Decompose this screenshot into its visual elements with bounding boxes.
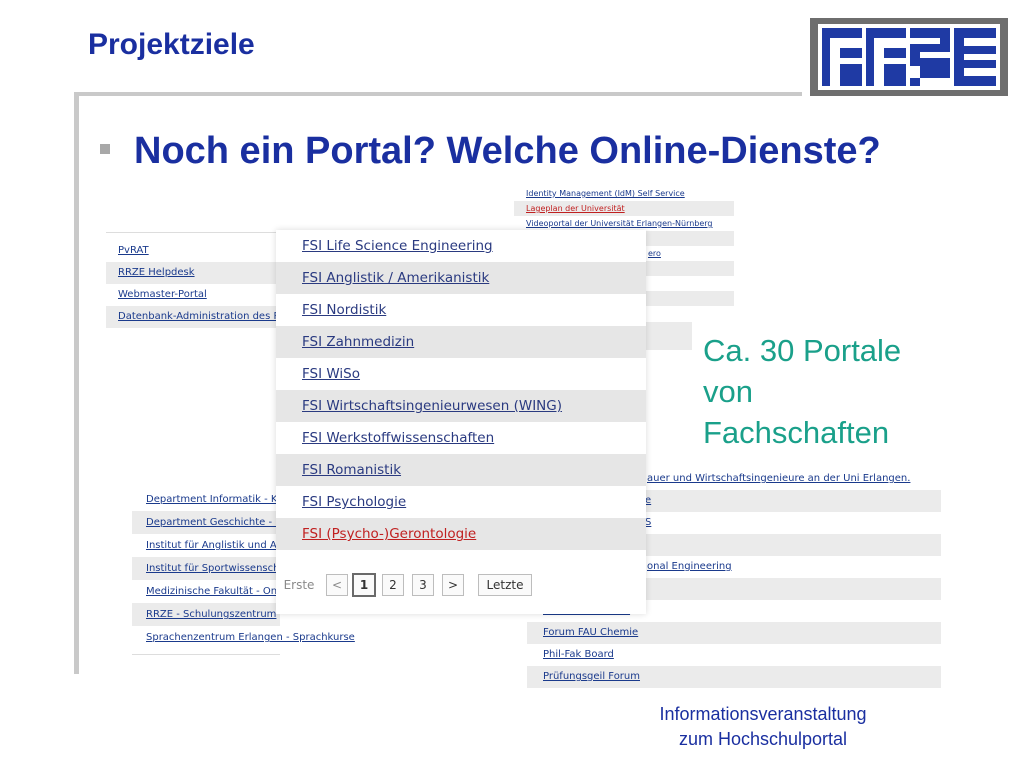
top-divider — [76, 92, 802, 96]
list-item[interactable]: Medizinische Fakultät - On — [132, 580, 280, 603]
portal-list-lower-left: Department Informatik - K Department Ges… — [132, 488, 355, 655]
list-item[interactable]: FSI Werkstoffwissenschaften — [276, 422, 646, 454]
fsi-portal-list: FSI Life Science Engineering FSI Anglist… — [276, 230, 646, 614]
left-divider — [74, 92, 79, 674]
list-item[interactable]: FSI WiSo — [276, 358, 646, 390]
slide-heading: Noch ein Portal? Welche Online-Dienste? — [134, 130, 881, 172]
list-item[interactable]: FSI Romanistik — [276, 454, 646, 486]
list-item[interactable]: Videoportal der Universität Erlangen-Nür… — [514, 216, 734, 231]
pager-next-button[interactable]: > — [442, 574, 464, 596]
callout-text: Ca. 30 Portale von Fachschaften — [703, 333, 902, 450]
list-item[interactable]: Lageplan der Universität — [514, 201, 734, 216]
list-item[interactable]: Identity Management (IdM) Self Service — [514, 186, 734, 201]
list-item[interactable]: FSI Life Science Engineering — [276, 230, 646, 262]
pager-page-2[interactable]: 2 — [382, 574, 404, 596]
pagination: Erste < 1 2 3 > Letzte — [276, 570, 646, 600]
list-item[interactable]: Sprachenzentrum Erlangen - Sprachkurse — [132, 626, 355, 649]
pager-first-button[interactable]: Erste — [278, 574, 320, 596]
list-item[interactable]: Phil-Fak Board — [527, 644, 941, 666]
bullet-icon — [100, 144, 110, 154]
list-item[interactable]: FSI Nordistik — [276, 294, 646, 326]
pager-last-button[interactable]: Letzte — [478, 574, 532, 596]
list-item[interactable]: FSI Psychologie — [276, 486, 646, 518]
list-item[interactable]: Forum FAU Chemie — [527, 622, 941, 644]
pager-page-3[interactable]: 3 — [412, 574, 434, 596]
list-item[interactable]: Prüfungsgeil Forum — [527, 666, 941, 688]
list-item[interactable]: RRZE Helpdesk — [106, 262, 282, 284]
list-item[interactable]: FSI Wirtschaftsingenieurwesen (WING) — [276, 390, 646, 422]
list-item[interactable]: PvRAT — [106, 240, 282, 262]
list-item[interactable]: FSI Zahnmedizin — [276, 326, 646, 358]
list-item[interactable]: Institut für Anglistik und A — [132, 534, 280, 557]
list-item[interactable]: Webmaster-Portal — [106, 284, 282, 306]
list-item[interactable]: Department Informatik - K — [132, 488, 280, 511]
list-item[interactable]: FSI (Psycho-)Gerontologie — [276, 518, 646, 550]
pager-prev-button[interactable]: < — [326, 574, 348, 596]
row-fragment — [106, 232, 282, 240]
footer-text: Informationsveranstaltung zum Hochschulp… — [659, 704, 867, 749]
portal-list-top-left: PvRAT RRZE Helpdesk Webmaster-Portal Dat… — [106, 232, 282, 332]
list-item[interactable]: Department Geschichte - K — [132, 511, 280, 534]
list-item[interactable]: FSI Anglistik / Amerikanistik — [276, 262, 646, 294]
list-item[interactable]: Institut für Sportwissensch — [132, 557, 280, 580]
rrze-logo — [810, 18, 1008, 96]
slide-title: Projektziele — [88, 28, 255, 61]
pager-page-1[interactable]: 1 — [352, 573, 376, 597]
row-fragment — [646, 322, 692, 350]
list-item[interactable]: Datenbank-Administration des RR — [106, 306, 282, 328]
list-item[interactable]: RRZE - Schulungszentrum — [132, 603, 280, 626]
